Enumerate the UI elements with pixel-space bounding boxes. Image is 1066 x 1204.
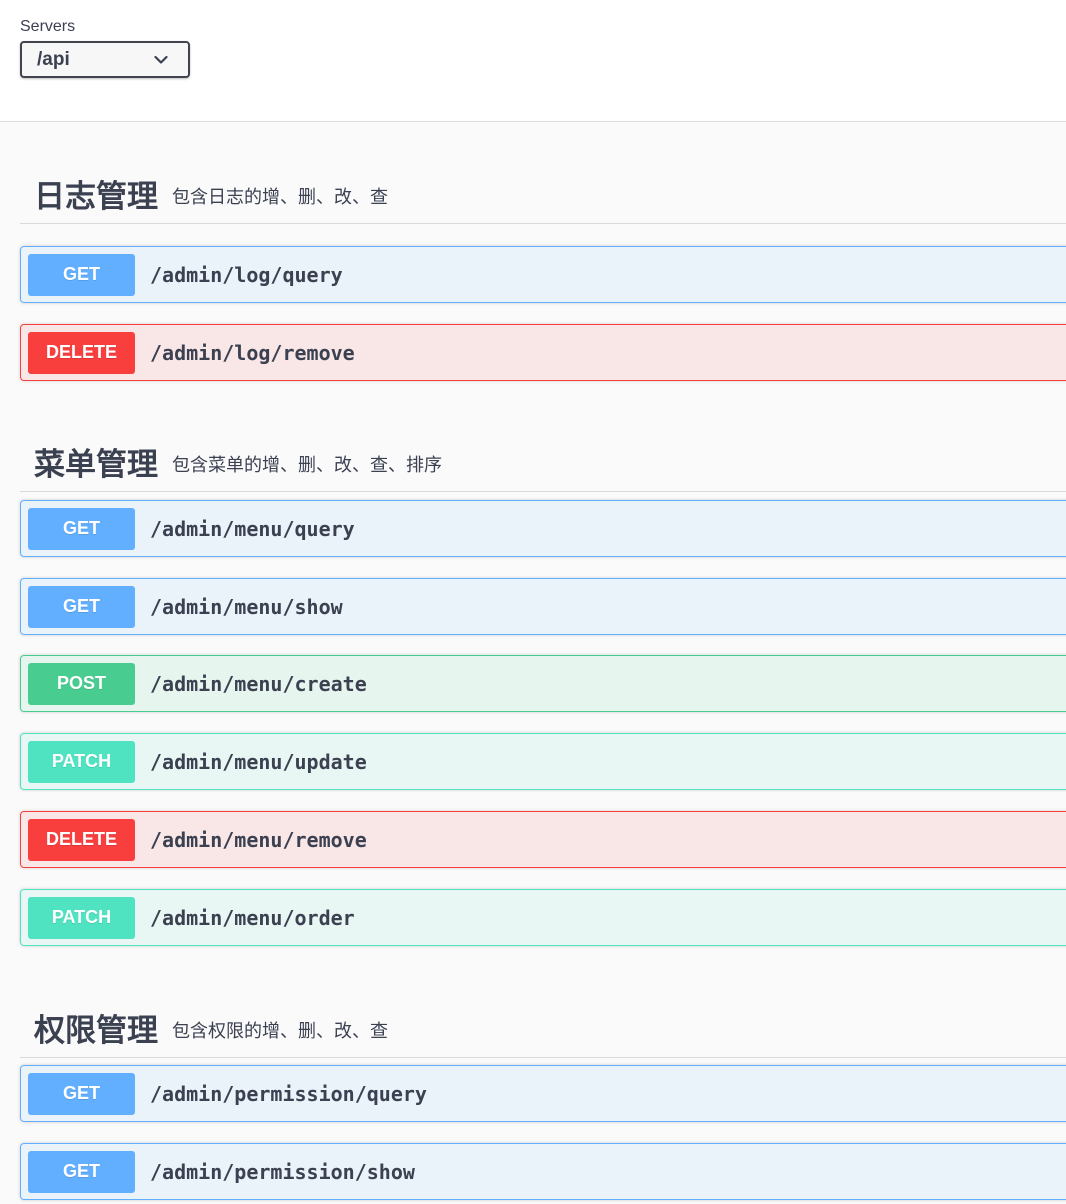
opblock-get-menu-show[interactable]: GET /admin/menu/show	[20, 578, 1066, 635]
endpoint-path: /admin/menu/query	[150, 516, 355, 541]
method-badge: PATCH	[28, 896, 135, 939]
tag-title: 菜单管理	[34, 447, 158, 483]
opblock-patch-menu-order[interactable]: PATCH /admin/menu/order	[20, 889, 1066, 946]
endpoint-path: /admin/menu/create	[150, 671, 367, 696]
method-badge: GET	[28, 507, 135, 550]
method-badge: DELETE	[28, 818, 135, 861]
tag-header-log[interactable]: 日志管理 包含日志的增、删、改、查	[20, 164, 1066, 224]
endpoint-path: /admin/log/query	[150, 262, 343, 287]
opblock-delete-menu-remove[interactable]: DELETE /admin/menu/remove	[20, 811, 1066, 868]
endpoint-path: /admin/menu/remove	[150, 827, 367, 852]
method-badge: POST	[28, 662, 135, 705]
endpoint-path: /admin/log/remove	[150, 340, 355, 365]
opblock-get-menu-query[interactable]: GET /admin/menu/query	[20, 500, 1066, 557]
tag-header-menu[interactable]: 菜单管理 包含菜单的增、删、改、查、排序	[20, 432, 1066, 492]
tag-description: 包含权限的增、删、改、查	[172, 1020, 388, 1042]
method-badge: GET	[28, 585, 135, 628]
method-badge: PATCH	[28, 740, 135, 783]
tag-section-log: 日志管理 包含日志的增、删、改、查	[20, 164, 1066, 224]
tag-header-permission[interactable]: 权限管理 包含权限的增、删、改、查	[20, 998, 1066, 1058]
endpoint-path: /admin/menu/order	[150, 905, 355, 930]
tag-title: 权限管理	[34, 1013, 158, 1049]
tag-section-permission: 权限管理 包含权限的增、删、改、查	[20, 998, 1066, 1058]
opblock-get-log-query[interactable]: GET /admin/log/query	[20, 246, 1066, 303]
method-badge: GET	[28, 1150, 135, 1193]
opblock-get-permission-query[interactable]: GET /admin/permission/query	[20, 1065, 1066, 1122]
servers-select-value: /api	[37, 48, 70, 70]
tag-title: 日志管理	[34, 179, 158, 215]
tag-section-menu: 菜单管理 包含菜单的增、删、改、查、排序	[20, 432, 1066, 492]
opblock-patch-menu-update[interactable]: PATCH /admin/menu/update	[20, 733, 1066, 790]
method-badge: DELETE	[28, 331, 135, 374]
opblock-delete-log-remove[interactable]: DELETE /admin/log/remove	[20, 324, 1066, 381]
method-badge: GET	[28, 253, 135, 296]
opblock-post-menu-create[interactable]: POST /admin/menu/create	[20, 655, 1066, 712]
servers-label: Servers	[20, 18, 76, 35]
tag-description: 包含菜单的增、删、改、查、排序	[172, 454, 442, 476]
method-badge: GET	[28, 1072, 135, 1115]
endpoint-path: /admin/menu/update	[150, 749, 367, 774]
endpoint-path: /admin/menu/show	[150, 594, 343, 619]
operations-container: 日志管理 包含日志的增、删、改、查 GET /admin/log/query D…	[0, 122, 1066, 1204]
tag-description: 包含日志的增、删、改、查	[172, 186, 388, 208]
opblock-get-permission-show[interactable]: GET /admin/permission/show	[20, 1143, 1066, 1200]
chevron-down-icon	[154, 55, 168, 64]
servers-bar: Servers /api	[0, 0, 1066, 122]
servers-select[interactable]: /api	[20, 41, 190, 78]
endpoint-path: /admin/permission/query	[150, 1081, 427, 1106]
endpoint-path: /admin/permission/show	[150, 1159, 415, 1184]
